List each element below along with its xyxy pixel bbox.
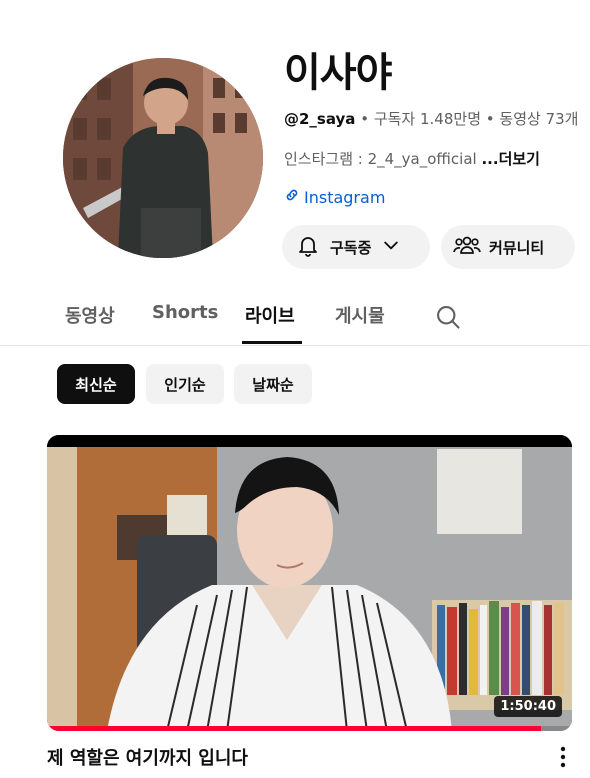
channel-name: 이사야 bbox=[284, 50, 392, 96]
tab-shorts[interactable]: Shorts bbox=[152, 302, 218, 323]
people-icon bbox=[453, 233, 481, 261]
watch-progress-track bbox=[47, 726, 572, 731]
community-label: 커뮤니티 bbox=[489, 238, 545, 257]
channel-avatar[interactable] bbox=[63, 58, 263, 258]
subscriber-count: 구독자 1.48만명 bbox=[373, 110, 481, 128]
watch-progress-fill bbox=[47, 726, 541, 731]
chip-popular[interactable]: 인기순 bbox=[146, 364, 224, 404]
subscribed-button[interactable]: 구독중 bbox=[282, 225, 430, 269]
meta-separator: • bbox=[481, 110, 500, 128]
kebab-icon[interactable] bbox=[553, 745, 573, 773]
channel-description[interactable]: 인스타그램 : 2_4_ya_official ...더보기 bbox=[284, 148, 540, 169]
link-icon bbox=[284, 187, 300, 207]
avatar-image bbox=[63, 58, 263, 258]
video-count: 동영상 73개 bbox=[499, 110, 579, 128]
instagram-link-label: Instagram bbox=[304, 187, 386, 207]
tab-live[interactable]: 라이브 bbox=[245, 302, 295, 328]
duration-badge: 1:50:40 bbox=[494, 696, 562, 717]
community-button[interactable]: 커뮤니티 bbox=[441, 225, 575, 269]
channel-handle: @2_saya bbox=[284, 110, 356, 128]
chevron-down-icon bbox=[381, 235, 401, 259]
chip-latest[interactable]: 최신순 bbox=[57, 364, 135, 404]
subscribed-label: 구독중 bbox=[330, 238, 372, 257]
meta-separator: • bbox=[355, 110, 374, 128]
video-title[interactable]: 제 역할은 여기까지 입니다 bbox=[47, 744, 248, 770]
channel-meta: @2_saya • 구독자 1.48만명 • 동영상 73개 bbox=[284, 108, 590, 129]
active-tab-indicator bbox=[242, 341, 302, 344]
bell-icon bbox=[296, 233, 320, 261]
chip-oldest[interactable]: 날짜순 bbox=[234, 364, 312, 404]
description-text: 인스타그램 : 2_4_ya_official bbox=[284, 150, 482, 168]
channel-tabs: 동영상 Shorts 라이브 게시물 bbox=[0, 290, 590, 346]
tab-videos[interactable]: 동영상 bbox=[65, 302, 115, 328]
video-thumbnail[interactable]: 1:50:40 bbox=[47, 435, 572, 731]
search-icon[interactable] bbox=[434, 303, 462, 335]
more-link[interactable]: ...더보기 bbox=[481, 150, 540, 168]
instagram-link[interactable]: Instagram bbox=[284, 187, 385, 207]
tab-posts[interactable]: 게시물 bbox=[335, 302, 385, 328]
thumbnail-image bbox=[47, 435, 572, 731]
